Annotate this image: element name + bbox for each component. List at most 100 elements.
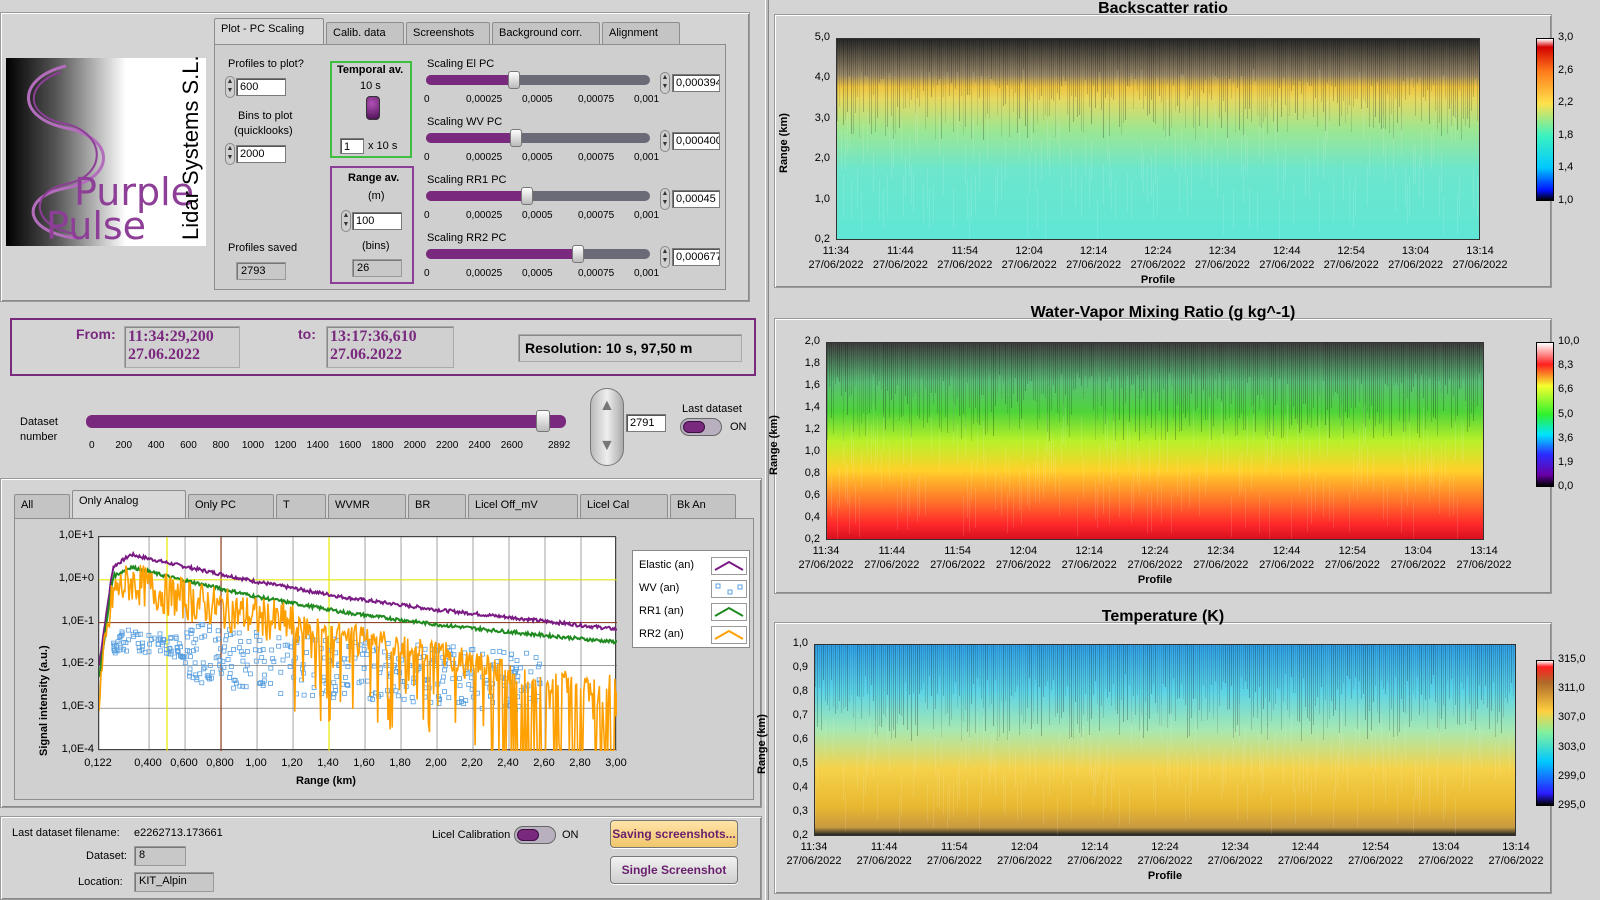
tab-all[interactable]: All <box>14 494 70 518</box>
wv-data-point <box>517 665 523 671</box>
wv-data-point <box>215 636 221 642</box>
signal-plot-area <box>98 536 617 751</box>
scaling-stepper[interactable]: ▲ ▼ <box>660 130 670 152</box>
wv-data-point <box>187 666 193 672</box>
wv-data-point <box>395 693 401 699</box>
heatmap-x-tick: 12:24 <box>1141 545 1169 557</box>
saving-screenshots-button[interactable]: Saving screenshots... <box>610 820 738 848</box>
heatmap-x-tick: 12:34 <box>1208 245 1237 257</box>
heatmap-x-tick: 12:44 <box>1272 545 1301 557</box>
heatmap-x-date: 27/06/2022 <box>930 559 986 571</box>
legend-label: RR1 (an) <box>639 605 684 617</box>
dataset-tick-label: 1200 <box>274 440 297 451</box>
legend-label: WV (an) <box>639 582 680 594</box>
tab-wvmr[interactable]: WVMR <box>328 494 406 518</box>
scaling-tick-label: 0,00075 <box>578 210 615 221</box>
heatmap-x-tick: 13:14 <box>1466 245 1494 257</box>
temporal-mult-input[interactable]: 1 <box>340 138 364 154</box>
licel-cal-state: ON <box>562 829 579 841</box>
wv-data-point <box>231 647 236 652</box>
tab-alignment[interactable]: Alignment <box>602 22 680 44</box>
to-time: 13:17:36,610 <box>330 328 417 345</box>
wv-data-point <box>458 696 464 701</box>
wv-data-point <box>243 667 248 673</box>
heatmap-colorbar-tick: 10,0 <box>1558 335 1580 347</box>
scaling-slider-thumb[interactable] <box>508 71 520 89</box>
signal-x-tick: 1,00 <box>245 757 267 769</box>
scaling-tick-label: 0,001 <box>634 152 660 163</box>
dataset-down-icon[interactable]: ▼ <box>599 437 615 455</box>
wv-data-point <box>276 635 282 641</box>
heatmap-x-date: 27/06/2022 <box>1390 559 1446 571</box>
single-screenshot-button[interactable]: Single Screenshot <box>610 856 738 884</box>
tab-t[interactable]: T <box>276 494 326 518</box>
dataset-number-input[interactable]: 2791 <box>626 414 666 432</box>
wv-data-point <box>440 678 446 684</box>
heatmap-x-tick: 11:44 <box>887 245 914 257</box>
scaling-slider-thumb[interactable] <box>510 129 522 147</box>
wv-data-point <box>238 639 244 644</box>
tab-only-analog[interactable]: Only Analog <box>72 490 186 518</box>
tab-screenshots[interactable]: Screenshots <box>406 22 490 44</box>
range-av-bins-unit: (bins) <box>362 240 390 252</box>
signal-x-tick: 3,00 <box>605 757 627 769</box>
heatmap-x-tick: 13:04 <box>1404 545 1432 557</box>
licel-cal-toggle[interactable] <box>514 826 556 844</box>
dataset-slider-track[interactable] <box>86 415 566 428</box>
scaling-slider-thumb[interactable] <box>521 187 533 205</box>
tab-calib-data[interactable]: Calib. data <box>326 22 404 44</box>
tab-licel-off-mv[interactable]: Licel Off_mV <box>468 494 578 518</box>
dataset-tick-label: 1800 <box>371 440 394 451</box>
legend-swatch <box>711 626 747 644</box>
filename-value: e2262713.173661 <box>134 827 223 839</box>
dataset-slider-thumb[interactable] <box>535 410 550 432</box>
wv-data-point <box>228 632 234 637</box>
scaling-value-input[interactable]: 0,000400 <box>672 132 720 150</box>
legend-swatch <box>711 580 747 598</box>
scaling-value-input[interactable]: 0,00045 <box>672 190 720 208</box>
tab-plot-pc-scaling[interactable]: Plot - PC Scaling <box>214 18 324 44</box>
dataset-footer-value: 8 <box>134 846 186 866</box>
scaling-value-input[interactable]: 0,000394 <box>672 74 720 92</box>
scaling-value-input[interactable]: 0,000677 <box>672 248 720 266</box>
range-av-input[interactable]: 100 <box>352 212 402 230</box>
signal-x-tick: 0,400 <box>134 757 162 769</box>
tab-br[interactable]: BR <box>408 494 466 518</box>
wv-data-point <box>125 627 131 633</box>
scaling-tick-label: 0,001 <box>634 268 660 279</box>
last-dataset-toggle[interactable] <box>680 418 722 436</box>
heatmap-colorbar-tick: 3,6 <box>1558 431 1574 444</box>
scaling-slider-fill <box>426 133 516 143</box>
tab-only-pc[interactable]: Only PC <box>188 494 274 518</box>
wv-data-point <box>310 693 315 698</box>
heatmap-x-tick: 13:14 <box>1502 841 1530 853</box>
wv-data-point <box>280 657 286 663</box>
scaling-slider-label: Scaling El PC <box>427 58 495 70</box>
wv-data-point <box>278 691 284 696</box>
bins-to-plot-input[interactable]: 2000 <box>236 145 286 163</box>
dataset-stepper[interactable]: ▲ ▼ <box>590 388 624 466</box>
profiles-stepper[interactable]: ▲ ▼ <box>225 76 235 98</box>
tab-licel-cal[interactable]: Licel Cal <box>580 494 668 518</box>
heatmap-colorbar <box>1536 660 1554 806</box>
heatmap-title: Water-Vapor Mixing Ratio (g kg^-1) <box>1030 304 1296 321</box>
wv-data-point <box>334 674 340 680</box>
licel-cal-label: Licel Calibration <box>432 829 511 841</box>
range-av-stepper[interactable]: ▲ ▼ <box>341 210 351 232</box>
wv-data-point <box>457 676 462 681</box>
scaling-slider-thumb[interactable] <box>572 245 584 263</box>
scaling-stepper[interactable]: ▲ ▼ <box>660 72 670 94</box>
heatmap-x-date: 27/06/2022 <box>1488 855 1544 867</box>
scaling-stepper[interactable]: ▲ ▼ <box>660 246 670 268</box>
tab-bk-an[interactable]: Bk An <box>670 494 736 518</box>
heatmap-y-tick: 0,4 <box>804 511 820 523</box>
dataset-up-icon[interactable]: ▲ <box>599 397 615 415</box>
heatmap-x-tick: 12:54 <box>1337 245 1365 257</box>
temporal-av-knob[interactable] <box>366 96 380 120</box>
bins-stepper[interactable]: ▲ ▼ <box>225 143 235 165</box>
scaling-stepper[interactable]: ▲ ▼ <box>660 188 670 210</box>
tab-background-corr[interactable]: Background corr. <box>492 22 600 44</box>
profiles-to-plot-input[interactable]: 600 <box>236 78 286 96</box>
heatmap-x-date: 27/06/2022 <box>1418 855 1474 867</box>
licel-cal-toggle-knob <box>517 829 539 841</box>
